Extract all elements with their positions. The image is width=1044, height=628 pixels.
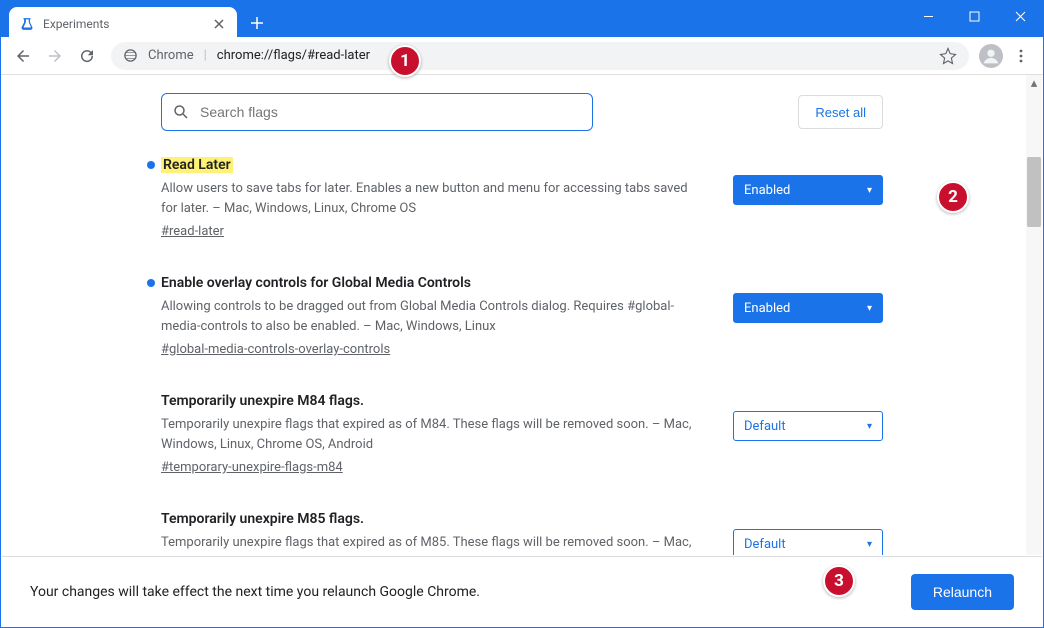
chevron-down-icon: ▾ (867, 539, 872, 550)
flag-row: Temporarily unexpire M85 flags. Temporari… (161, 511, 883, 555)
flask-icon (19, 16, 35, 32)
maximize-button[interactable] (951, 1, 997, 31)
modified-bullet-icon (147, 161, 155, 169)
flag-description: Allowing controls to be dragged out from… (161, 297, 703, 336)
flag-title: Temporarily unexpire M84 flags. (161, 393, 364, 409)
flag-select-value: Enabled (744, 301, 790, 316)
back-button[interactable] (9, 42, 37, 70)
tab-title: Experiments (43, 17, 203, 31)
flag-anchor-link[interactable]: #temporary-unexpire-flags-m84 (161, 460, 343, 475)
reset-all-button[interactable]: Reset all (798, 95, 883, 129)
flag-anchor-link[interactable]: #global-media-controls-overlay-controls (161, 342, 390, 357)
minimize-button[interactable] (905, 1, 951, 31)
url-separator: | (204, 48, 207, 63)
forward-button[interactable] (41, 42, 69, 70)
site-info-icon[interactable] (123, 48, 138, 63)
flag-description: Allow users to save tabs for later. Enab… (161, 179, 703, 218)
search-flags-box[interactable] (161, 93, 593, 131)
flag-title: Enable overlay controls for Global Media… (161, 275, 471, 291)
close-icon[interactable] (211, 16, 227, 32)
relaunch-button[interactable]: Relaunch (911, 574, 1014, 610)
url-scheme-label: Chrome (148, 48, 194, 63)
kebab-menu-icon[interactable] (1007, 42, 1035, 70)
flag-select-value: Default (744, 419, 786, 434)
annotation-badge-3: 3 (823, 565, 855, 597)
search-icon (172, 103, 190, 121)
flag-row: Temporarily unexpire M84 flags. Temporari… (161, 393, 883, 475)
bookmark-star-icon[interactable] (939, 47, 957, 65)
annotation-badge-1: 1 (389, 45, 421, 77)
window-controls (905, 1, 1043, 31)
browser-tab[interactable]: Experiments (9, 7, 237, 41)
profile-avatar[interactable] (979, 44, 1003, 68)
window-titlebar: Experiments (1, 1, 1043, 37)
modified-bullet-icon (147, 279, 155, 287)
address-bar[interactable]: Chrome | chrome://flags/#read-later (111, 42, 969, 70)
browser-toolbar: Chrome | chrome://flags/#read-later (1, 37, 1043, 75)
new-tab-button[interactable] (243, 9, 271, 37)
flag-description: Temporarily unexpire flags that expired … (161, 415, 703, 454)
url-text: chrome://flags/#read-later (217, 48, 370, 63)
chevron-down-icon: ▾ (867, 421, 872, 432)
flag-anchor-link[interactable]: #read-later (161, 224, 224, 239)
chevron-down-icon: ▾ (867, 303, 872, 314)
flag-row: Enable overlay controls for Global Media… (161, 275, 883, 357)
annotation-badge-2: 2 (937, 181, 969, 213)
flag-title: Temporarily unexpire M85 flags. (161, 511, 364, 527)
search-input[interactable] (198, 103, 582, 121)
flag-select[interactable]: Enabled ▾ (733, 175, 883, 205)
chevron-down-icon: ▾ (867, 185, 872, 196)
relaunch-bar: Your changes will take effect the next t… (2, 556, 1042, 626)
page-content: ▴ Reset all Read LaterAllow users to sav… (1, 75, 1043, 555)
flag-select[interactable]: Enabled ▾ (733, 293, 883, 323)
relaunch-message: Your changes will take effect the next t… (30, 584, 480, 600)
flag-row: Read Later Allow users to save tabs for l… (161, 157, 883, 239)
flag-select[interactable]: Default ▾ (733, 529, 883, 555)
flag-description: Temporarily unexpire flags that expired … (161, 533, 703, 553)
flag-select[interactable]: Default ▾ (733, 411, 883, 441)
flag-select-value: Enabled (744, 183, 790, 198)
flag-title: Read Later (161, 157, 233, 173)
flag-select-value: Default (744, 537, 786, 552)
window-close-button[interactable] (997, 1, 1043, 31)
reload-button[interactable] (73, 42, 101, 70)
